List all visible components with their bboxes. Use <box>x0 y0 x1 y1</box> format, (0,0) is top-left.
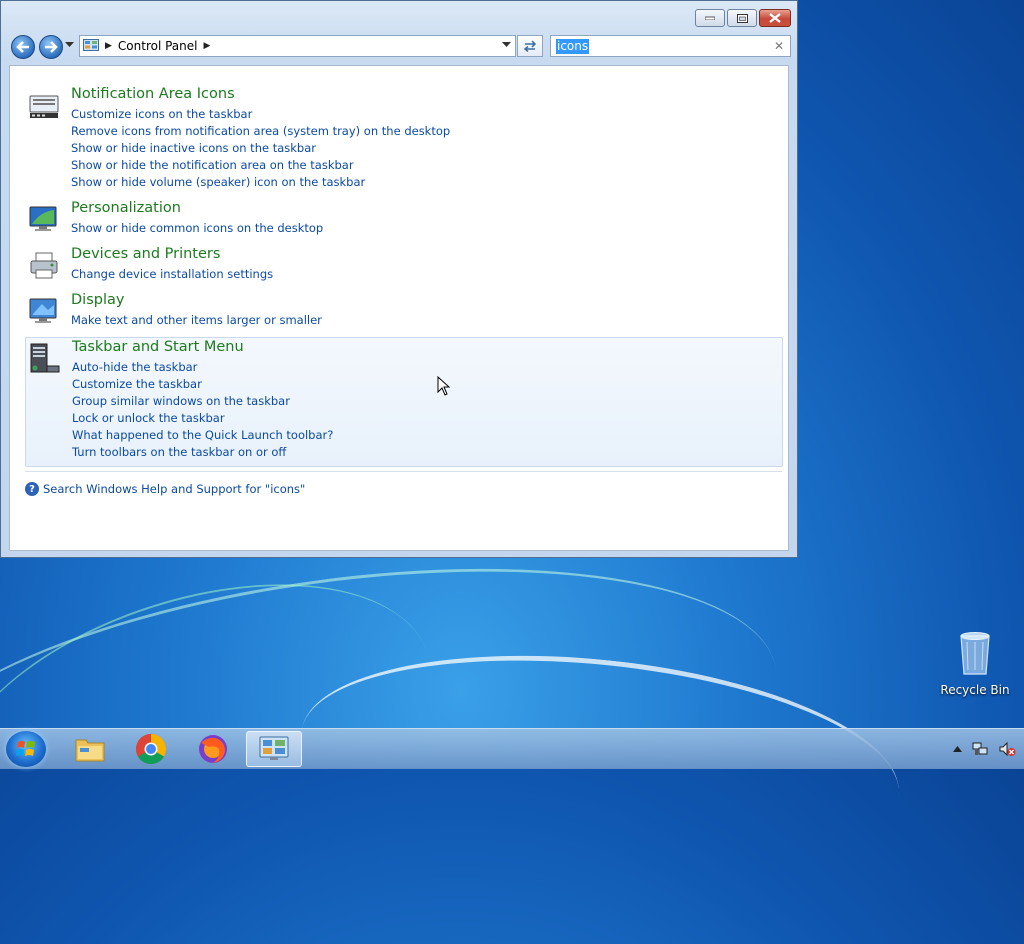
mouse-cursor-icon <box>437 376 451 396</box>
result-link[interactable]: Auto-hide the taskbar <box>72 360 197 374</box>
result-link[interactable]: Customize the taskbar <box>72 377 202 391</box>
breadcrumb-separator-icon[interactable]: ▶ <box>204 41 211 51</box>
recent-pages-dropdown[interactable] <box>65 42 74 48</box>
firefox-icon <box>199 735 227 763</box>
result-group-display: Display Make text and other items larger… <box>25 292 783 332</box>
recycle-bin-icon <box>960 632 990 675</box>
taskbar-app-chrome[interactable] <box>123 731 179 767</box>
show-hidden-icons-icon[interactable] <box>953 746 962 752</box>
restore-icon <box>736 13 748 23</box>
desktop-icon-recycle-bin[interactable]: Recycle Bin <box>940 630 1010 697</box>
result-group-taskbar-and-start-menu: Taskbar and Start Menu Auto-hide the tas… <box>25 337 783 467</box>
result-link[interactable]: Turn toolbars on the taskbar on or off <box>72 445 286 459</box>
help-icon: ? <box>25 482 39 496</box>
desktop-icon-label: Recycle Bin <box>940 683 1010 697</box>
windows-logo-icon <box>16 741 35 756</box>
system-tray <box>953 741 1016 757</box>
taskbar-app-control-panel[interactable] <box>246 731 302 767</box>
result-group-devices-and-printers: Devices and Printers Change device insta… <box>25 246 783 286</box>
result-title[interactable]: Personalization <box>71 200 181 216</box>
refresh-button[interactable] <box>517 35 543 57</box>
control-panel-small-icon <box>83 39 99 51</box>
taskbar <box>0 728 1024 769</box>
taskbar-start-menu-icon <box>30 343 60 373</box>
search-query[interactable]: icons <box>556 38 590 54</box>
result-title[interactable]: Taskbar and Start Menu <box>72 339 244 355</box>
minimize-button[interactable] <box>695 9 725 27</box>
divider <box>25 471 782 472</box>
search-results-pane: Notification Area Icons Customize icons … <box>9 65 789 551</box>
printer-icon <box>30 252 58 279</box>
search-input[interactable]: icons ✕ <box>550 35 791 57</box>
control-panel-window: ▶ Control Panel ▶ icons ✕ Notification A… <box>0 0 798 558</box>
chrome-icon <box>135 734 167 765</box>
volume-muted-icon[interactable] <box>998 741 1016 757</box>
help-search-row[interactable]: ? Search Windows Help and Support for "i… <box>25 482 305 496</box>
folder-icon <box>75 739 105 762</box>
result-link[interactable]: Show or hide the notification area on th… <box>71 158 354 172</box>
forward-arrow-icon <box>45 41 58 53</box>
result-link[interactable]: Customize icons on the taskbar <box>71 107 252 121</box>
network-icon[interactable] <box>972 741 988 757</box>
notification-area-icon <box>29 95 59 118</box>
result-link[interactable]: What happened to the Quick Launch toolba… <box>72 428 333 442</box>
result-title[interactable]: Display <box>71 292 124 308</box>
address-dropdown-icon[interactable] <box>502 42 511 48</box>
taskbar-app-firefox[interactable] <box>185 731 241 767</box>
result-link[interactable]: Remove icons from notification area (sys… <box>71 124 450 138</box>
back-arrow-icon <box>16 41 29 53</box>
result-group-notification-area-icons: Notification Area Icons Customize icons … <box>25 86 783 194</box>
forward-button[interactable] <box>39 35 63 59</box>
start-button[interactable] <box>6 731 46 767</box>
navigation-bar: ▶ Control Panel ▶ icons ✕ <box>9 34 791 60</box>
breadcrumb-control-panel[interactable]: Control Panel <box>118 39 198 53</box>
result-group-personalization: Personalization Show or hide common icon… <box>25 200 783 240</box>
personalization-icon <box>29 206 57 231</box>
clear-search-icon[interactable]: ✕ <box>774 39 784 53</box>
result-link[interactable]: Show or hide volume (speaker) icon on th… <box>71 175 365 189</box>
help-search-link[interactable]: Search Windows Help and Support for "ico… <box>43 482 305 496</box>
close-icon <box>769 13 781 23</box>
breadcrumb-separator-icon[interactable]: ▶ <box>105 41 112 51</box>
result-title[interactable]: Devices and Printers <box>71 246 220 262</box>
display-icon <box>29 298 57 323</box>
control-panel-icon <box>259 736 289 760</box>
result-link[interactable]: Lock or unlock the taskbar <box>72 411 225 425</box>
refresh-icon <box>523 40 537 52</box>
result-link[interactable]: Group similar windows on the taskbar <box>72 394 290 408</box>
taskbar-app-file-explorer[interactable] <box>62 731 118 767</box>
close-button[interactable] <box>759 9 791 27</box>
result-title[interactable]: Notification Area Icons <box>71 86 235 102</box>
back-button[interactable] <box>11 35 35 59</box>
result-link[interactable]: Change device installation settings <box>71 267 273 281</box>
minimize-icon <box>705 16 715 20</box>
result-link[interactable]: Show or hide inactive icons on the taskb… <box>71 141 316 155</box>
address-bar[interactable]: ▶ Control Panel ▶ <box>79 35 516 57</box>
result-link[interactable]: Show or hide common icons on the desktop <box>71 221 323 235</box>
caption-buttons <box>695 9 791 27</box>
result-link[interactable]: Make text and other items larger or smal… <box>71 313 322 327</box>
maximize-button[interactable] <box>727 9 757 27</box>
